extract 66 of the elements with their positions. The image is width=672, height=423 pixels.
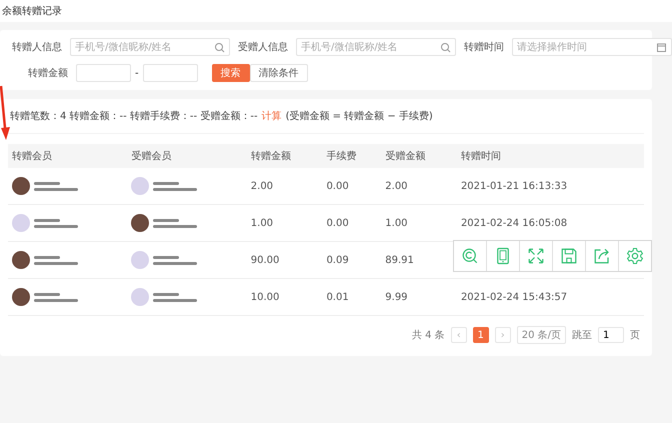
redacted-phone-bar [34, 224, 78, 228]
redacted-phone-bar [153, 262, 198, 264]
filter-label: 转赠时间 [464, 40, 504, 54]
table-cell: 1.00 [385, 218, 408, 228]
jump-page-field[interactable]: 1 [598, 327, 624, 343]
table-cell: 0.09 [326, 254, 349, 266]
redacted-name-bar [153, 256, 180, 258]
page-title: 余额转赠记录 [2, 4, 62, 18]
search-icon [440, 42, 451, 53]
redacted-name-bar [34, 256, 60, 258]
max-amount-field[interactable] [142, 64, 198, 82]
table-cell: 2021-01-21 16:13:33 [460, 180, 568, 192]
save-icon[interactable] [560, 247, 578, 265]
clear-button[interactable]: 清除条件 [250, 64, 308, 82]
filter-label: 转赠金额 [27, 66, 68, 80]
summary-text: 转赠笔数：4 转赠金额：-- 转赠手续费：-- 受赠金额：-- [10, 110, 258, 123]
redacted-phone-bar [153, 188, 198, 190]
table-cell: 1.00 [250, 218, 274, 228]
redacted-phone-bar [34, 262, 78, 264]
table-cell: 89.91 [385, 254, 414, 266]
column-header[interactable]: 转赠时间 [456, 144, 644, 168]
redacted-name-bar [153, 218, 180, 222]
search-field[interactable]: 手机号/微信昵称/姓名 [296, 38, 456, 56]
expand-icon[interactable] [527, 247, 545, 265]
table-cell: 9.99 [385, 292, 408, 302]
table-cell: 0.00 [326, 218, 349, 228]
table-cell: 2.00 [385, 180, 408, 192]
redacted-phone-bar [153, 298, 198, 302]
calendar-icon [656, 42, 667, 53]
table-cell: 2021-02-24 16:05:08 [460, 218, 568, 228]
table-cell: 2.00 [250, 180, 274, 192]
filter-label: 转赠人信息 [12, 40, 62, 54]
column-header[interactable]: 转赠金额 [246, 144, 322, 168]
table-cell: 90.00 [250, 254, 280, 266]
column-header[interactable]: 手续费 [322, 144, 382, 168]
redacted-name-bar [34, 218, 60, 222]
formula-text: (受赠金额 = 转赠金额 − 手续费) [286, 110, 433, 123]
column-header[interactable]: 受赠会员 [127, 144, 247, 168]
redacted-name-bar [34, 292, 60, 296]
search-field[interactable]: 手机号/微信昵称/姓名 [70, 38, 230, 56]
range-separator: - [135, 68, 139, 78]
column-header[interactable]: 转赠会员 [8, 144, 128, 168]
table-cell: 2021-02-24 15:43:57 [460, 292, 568, 302]
table-cell: 0.01 [326, 292, 349, 302]
redacted-name-bar [153, 182, 180, 184]
table-cell: 0.00 [326, 180, 349, 192]
arrow-annotation [0, 84, 10, 140]
date-field[interactable]: 请选择操作时间 [512, 38, 672, 56]
search-icon[interactable] [461, 247, 479, 265]
redacted-name-bar [34, 182, 60, 184]
page-size-select[interactable]: 20 条/页 [516, 326, 566, 344]
redacted-phone-bar [34, 298, 78, 302]
redacted-phone-bar [153, 224, 198, 228]
column-header[interactable]: 受赠金额 [381, 144, 457, 168]
redacted-name-bar [153, 292, 180, 296]
page-suffix: 页 [630, 329, 640, 342]
table-cell: 10.00 [250, 292, 280, 302]
tablet-icon[interactable] [494, 247, 512, 265]
settings-icon[interactable] [626, 247, 644, 265]
total-count: 共 4 条 [412, 328, 445, 342]
filter-label: 受赠人信息 [238, 40, 288, 54]
redacted-phone-bar [34, 188, 78, 190]
min-amount-field[interactable] [76, 64, 131, 82]
search-icon [214, 42, 225, 53]
share-icon[interactable] [593, 247, 611, 265]
jump-label: 跳至 [572, 328, 592, 342]
